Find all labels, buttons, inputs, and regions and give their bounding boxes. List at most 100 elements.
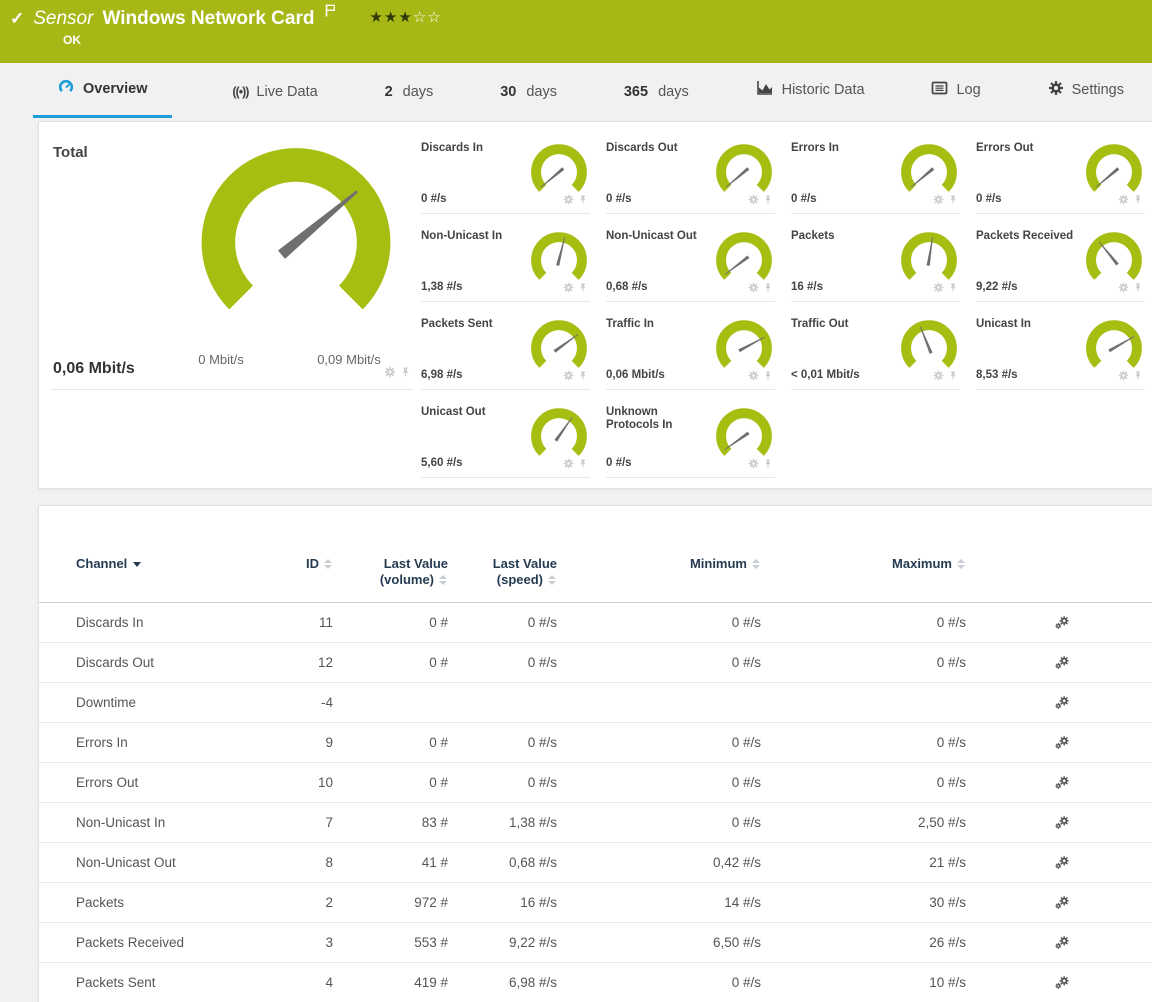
column-header-maximum[interactable]: Maximum <box>761 556 966 572</box>
table-row[interactable]: Packets Received3553 #9,22 #/s6,50 #/s26… <box>39 923 1152 963</box>
pin-icon[interactable] <box>948 192 958 210</box>
total-gauge-tile: Total 0 Mbit/s 0,09 Mbit/s 0,06 Mbit/s <box>51 136 413 390</box>
pin-icon[interactable] <box>578 368 588 386</box>
pin-icon[interactable] <box>1133 192 1143 210</box>
pin-icon[interactable] <box>763 368 773 386</box>
gear-icon[interactable] <box>384 365 396 383</box>
gear-icon[interactable] <box>563 456 574 474</box>
table-row[interactable]: Errors In90 #0 #/s0 #/s0 #/s <box>39 723 1152 763</box>
priority-stars[interactable]: ★★★☆☆ <box>369 8 441 26</box>
channel-settings-icon[interactable] <box>966 655 1152 670</box>
pin-icon[interactable] <box>1133 280 1143 298</box>
channel-name[interactable]: Discards In <box>76 615 296 630</box>
channels-table-panel: Channel ID Last Value(volume) Last Value… <box>38 505 1152 1002</box>
channel-settings-icon[interactable] <box>966 735 1152 750</box>
channel-name[interactable]: Non-Unicast Out <box>76 855 296 870</box>
tab-live-data[interactable]: ((•)) Live Data <box>226 84 323 118</box>
channel-name[interactable]: Errors In <box>76 735 296 750</box>
gauge-tile: Packets16 #/s <box>791 226 960 302</box>
table-row[interactable]: Discards Out120 #0 #/s0 #/s0 #/s <box>39 643 1152 683</box>
gauge-needle <box>1098 241 1119 266</box>
gauge-value: 5,60 #/s <box>421 457 463 469</box>
gear-icon[interactable] <box>1118 280 1129 298</box>
log-icon <box>931 80 948 100</box>
channel-settings-icon[interactable] <box>966 695 1152 710</box>
gear-icon[interactable] <box>748 368 759 386</box>
gear-icon[interactable] <box>563 368 574 386</box>
column-header-minimum[interactable]: Minimum <box>557 556 761 572</box>
column-header-last-value-speed[interactable]: Last Value(speed) <box>448 556 557 588</box>
gear-icon[interactable] <box>748 192 759 210</box>
gauge-title: Unicast Out <box>421 406 525 419</box>
tab-log[interactable]: Log <box>925 80 986 118</box>
pin-icon[interactable] <box>400 365 411 383</box>
gauge-tile: Unicast In8,53 #/s <box>976 314 1145 390</box>
tab-historic-data[interactable]: Historic Data <box>750 79 871 118</box>
gauge-tile: Errors In0 #/s <box>791 138 960 214</box>
gauge-tile: Discards In0 #/s <box>421 138 590 214</box>
channel-settings-icon[interactable] <box>966 935 1152 950</box>
sort-caret-icon <box>133 562 141 567</box>
channel-settings-icon[interactable] <box>966 975 1152 990</box>
stars-filled[interactable]: ★★★ <box>369 9 412 26</box>
gear-icon[interactable] <box>1118 192 1129 210</box>
flag-icon[interactable] <box>325 4 336 22</box>
table-row[interactable]: Non-Unicast Out841 #0,68 #/s0,42 #/s21 #… <box>39 843 1152 883</box>
channel-settings-icon[interactable] <box>966 895 1152 910</box>
column-header-id[interactable]: ID <box>296 556 333 572</box>
channel-name[interactable]: Packets Sent <box>76 975 296 990</box>
table-row[interactable]: Discards In110 #0 #/s0 #/s0 #/s <box>39 603 1152 643</box>
channel-settings-icon[interactable] <box>966 775 1152 790</box>
tab-settings[interactable]: Settings <box>1042 80 1130 118</box>
gear-icon[interactable] <box>563 280 574 298</box>
table-row[interactable]: Downtime-4 <box>39 683 1152 723</box>
gauge-value: 0,06 Mbit/s <box>606 369 665 381</box>
channel-settings-icon[interactable] <box>966 615 1152 630</box>
gauge-tile: Errors Out0 #/s <box>976 138 1145 214</box>
channel-name[interactable]: Packets <box>76 895 296 910</box>
gauge-tile: Packets Received9,22 #/s <box>976 226 1145 302</box>
channel-settings-icon[interactable] <box>966 855 1152 870</box>
tab-365-days[interactable]: 365 days <box>618 84 695 118</box>
tab-label: Historic Data <box>782 82 865 98</box>
pin-icon[interactable] <box>578 192 588 210</box>
tab-overview[interactable]: Overview <box>33 78 172 118</box>
gear-icon[interactable] <box>933 280 944 298</box>
channel-settings-icon[interactable] <box>966 815 1152 830</box>
pin-icon[interactable] <box>948 368 958 386</box>
channel-name[interactable]: Packets Received <box>76 935 296 950</box>
table-row[interactable]: Packets Sent4419 #6,98 #/s0 #/s10 #/s <box>39 963 1152 1002</box>
gear-icon[interactable] <box>1118 368 1129 386</box>
pin-icon[interactable] <box>763 456 773 474</box>
channel-name[interactable]: Errors Out <box>76 775 296 790</box>
pin-icon[interactable] <box>948 280 958 298</box>
tab-2-days[interactable]: 2 days <box>379 84 440 118</box>
table-row[interactable]: Non-Unicast In783 #1,38 #/s0 #/s2,50 #/s <box>39 803 1152 843</box>
channel-name[interactable]: Downtime <box>76 695 296 710</box>
table-row[interactable]: Packets2972 #16 #/s14 #/s30 #/s <box>39 883 1152 923</box>
gauge-tile: Unknown Protocols In0 #/s <box>606 402 775 478</box>
gauge-value: 0 #/s <box>606 457 632 469</box>
gear-icon[interactable] <box>933 192 944 210</box>
gauge-tile: Traffic Out< 0,01 Mbit/s <box>791 314 960 390</box>
table-row[interactable]: Errors Out100 #0 #/s0 #/s0 #/s <box>39 763 1152 803</box>
gauge-value: 0 #/s <box>606 193 632 205</box>
pin-icon[interactable] <box>763 280 773 298</box>
gear-icon[interactable] <box>748 280 759 298</box>
tab-number: 365 <box>624 84 648 100</box>
column-header-last-value-volume[interactable]: Last Value(volume) <box>333 556 448 588</box>
gear-icon[interactable] <box>563 192 574 210</box>
gauge-value: 8,53 #/s <box>976 369 1018 381</box>
channel-name[interactable]: Non-Unicast In <box>76 815 296 830</box>
pin-icon[interactable] <box>578 456 588 474</box>
gear-icon[interactable] <box>933 368 944 386</box>
tab-30-days[interactable]: 30 days <box>494 84 563 118</box>
pin-icon[interactable] <box>578 280 588 298</box>
gauges-panel: Total 0 Mbit/s 0,09 Mbit/s 0,06 Mbit/s D… <box>38 121 1152 489</box>
pin-icon[interactable] <box>1133 368 1143 386</box>
pin-icon[interactable] <box>763 192 773 210</box>
channel-name[interactable]: Discards Out <box>76 655 296 670</box>
stars-empty[interactable]: ☆☆ <box>413 9 442 26</box>
column-header-channel[interactable]: Channel <box>76 556 296 572</box>
gear-icon[interactable] <box>748 456 759 474</box>
